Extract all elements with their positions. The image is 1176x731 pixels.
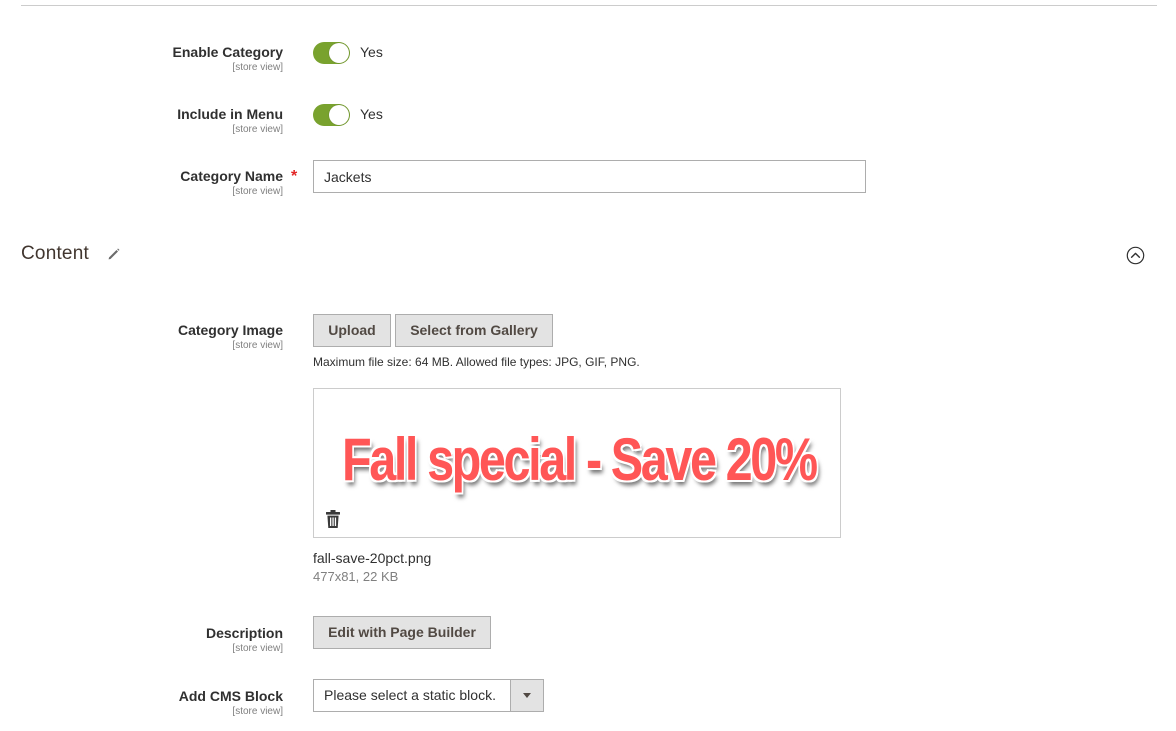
enable-category-label-block: Enable Category [store view] <box>60 44 283 74</box>
category-image-label-block: Category Image [store view] <box>60 322 283 352</box>
image-file-name[interactable]: fall-save-20pct.png <box>313 550 431 567</box>
cms-block-select[interactable]: Please select a static block. <box>313 679 544 712</box>
upload-button[interactable]: Upload <box>313 314 391 347</box>
enable-category-label: Enable Category <box>172 44 283 60</box>
select-arrow-button[interactable] <box>510 680 543 711</box>
image-preview[interactable]: Fall special - Save 20% <box>313 388 841 538</box>
add-cms-block-label-block: Add CMS Block [store view] <box>60 688 283 718</box>
cms-block-selected-value: Please select a static block. <box>324 687 496 703</box>
pencil-icon[interactable] <box>107 247 121 261</box>
description-label: Description <box>205 625 283 641</box>
include-in-menu-label-block: Include in Menu [store view] <box>60 106 283 136</box>
category-image-label: Category Image <box>177 322 283 338</box>
toggle-knob <box>329 43 349 63</box>
category-name-label-block: Category Name [store view] <box>60 168 283 198</box>
add-cms-block-label: Add CMS Block <box>178 688 283 704</box>
select-from-gallery-button[interactable]: Select from Gallery <box>395 314 553 347</box>
toggle-knob <box>329 105 349 125</box>
enable-category-value: Yes <box>360 44 383 60</box>
content-section-title[interactable]: Content <box>21 243 89 265</box>
enable-category-toggle[interactable] <box>313 42 350 64</box>
include-in-menu-toggle[interactable] <box>313 104 350 126</box>
trash-icon[interactable] <box>325 509 341 529</box>
category-image-scope: [store view] <box>232 340 283 351</box>
include-in-menu-label: Include in Menu <box>177 106 283 122</box>
include-in-menu-scope: [store view] <box>232 124 283 135</box>
chevron-up-circle-icon[interactable] <box>1126 246 1145 265</box>
required-indicator: * <box>291 168 298 185</box>
add-cms-block-scope: [store view] <box>232 706 283 717</box>
category-name-input[interactable] <box>313 160 866 193</box>
edit-with-page-builder-button[interactable]: Edit with Page Builder <box>313 616 491 649</box>
category-name-scope: [store view] <box>232 186 283 197</box>
description-label-block: Description [store view] <box>60 625 283 655</box>
file-size-note: Maximum file size: 64 MB. Allowed file t… <box>313 355 640 369</box>
description-scope: [store view] <box>232 643 283 654</box>
banner-image-text: Fall special - Save 20% <box>342 426 818 493</box>
chevron-down-icon <box>523 693 531 698</box>
enable-category-scope: [store view] <box>232 62 283 73</box>
include-in-menu-value: Yes <box>360 106 383 122</box>
category-name-label: Category Name <box>180 168 283 184</box>
image-file-meta: 477x81, 22 KB <box>313 569 399 584</box>
section-divider <box>21 5 1157 6</box>
